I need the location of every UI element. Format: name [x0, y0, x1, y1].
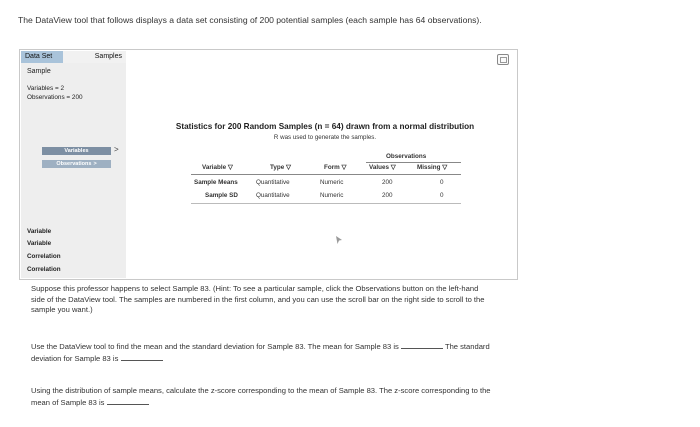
- table-cell-variable: Sample SD: [205, 192, 238, 199]
- observations-button-label: Observations: [56, 161, 92, 167]
- table-cell-variable: Sample Means: [194, 179, 238, 186]
- question-1-text: Suppose this professor happens to select…: [31, 284, 485, 314]
- divider: [191, 174, 461, 175]
- observations-count: Observations = 200: [27, 94, 83, 101]
- table-cell-missing: 0: [440, 179, 444, 186]
- tab-samples[interactable]: Samples: [63, 51, 126, 63]
- column-header-missing[interactable]: Missing ▽: [417, 164, 447, 171]
- list-item[interactable]: Correlation: [27, 253, 61, 260]
- question-2-part1: Use the DataView tool to find the mean a…: [31, 342, 399, 351]
- stats-title: Statistics for 200 Random Samples (n = 6…: [175, 122, 475, 131]
- table-cell-form: Numeric: [320, 179, 344, 186]
- variables-count: Variables = 2: [27, 85, 65, 92]
- column-header-form[interactable]: Form ▽: [324, 164, 346, 171]
- intro-text: The DataView tool that follows displays …: [18, 15, 482, 25]
- list-item[interactable]: Variable: [27, 228, 51, 235]
- list-item[interactable]: Correlation: [27, 266, 61, 273]
- copy-icon[interactable]: [497, 54, 509, 65]
- table-cell-values: 200: [382, 192, 393, 199]
- table-cell-missing: 0: [440, 192, 444, 199]
- divider: [366, 162, 461, 163]
- z-score-answer-blank[interactable]: [106, 397, 149, 405]
- chevron-right-icon: >: [93, 161, 97, 167]
- chevron-right-icon[interactable]: >: [114, 145, 119, 154]
- question-3-body: Using the distribution of sample means, …: [31, 386, 491, 407]
- list-item[interactable]: Variable: [27, 240, 51, 247]
- question-2-text: Use the DataView tool to find the mean a…: [31, 341, 493, 364]
- tab-data-set[interactable]: Data Set: [21, 51, 63, 63]
- mean-answer-blank[interactable]: [400, 341, 443, 349]
- column-header-values[interactable]: Values ▽: [369, 164, 396, 171]
- divider: [191, 203, 461, 204]
- table-cell-form: Numeric: [320, 192, 344, 199]
- sd-answer-blank[interactable]: [120, 353, 163, 361]
- column-header-type[interactable]: Type ▽: [270, 164, 291, 171]
- observations-button[interactable]: Observations >: [42, 160, 111, 168]
- dataview-tool: Data Set Samples Sample Variables = 2 Ob…: [19, 49, 518, 280]
- column-header-variable[interactable]: Variable ▽: [202, 164, 233, 171]
- table-cell-type: Quantitative: [256, 192, 290, 199]
- table-cell-type: Quantitative: [256, 179, 290, 186]
- left-panel: Sample Variables = 2 Observations = 200 …: [21, 63, 126, 278]
- observations-group-header: Observations: [386, 153, 427, 160]
- stats-subtitle: R was used to generate the samples.: [273, 134, 377, 141]
- sample-label: Sample: [27, 68, 51, 75]
- table-cell-values: 200: [382, 179, 393, 186]
- variables-button[interactable]: Variables: [42, 147, 111, 155]
- cursor-icon: [336, 236, 342, 244]
- question-3-text: Using the distribution of sample means, …: [31, 386, 493, 408]
